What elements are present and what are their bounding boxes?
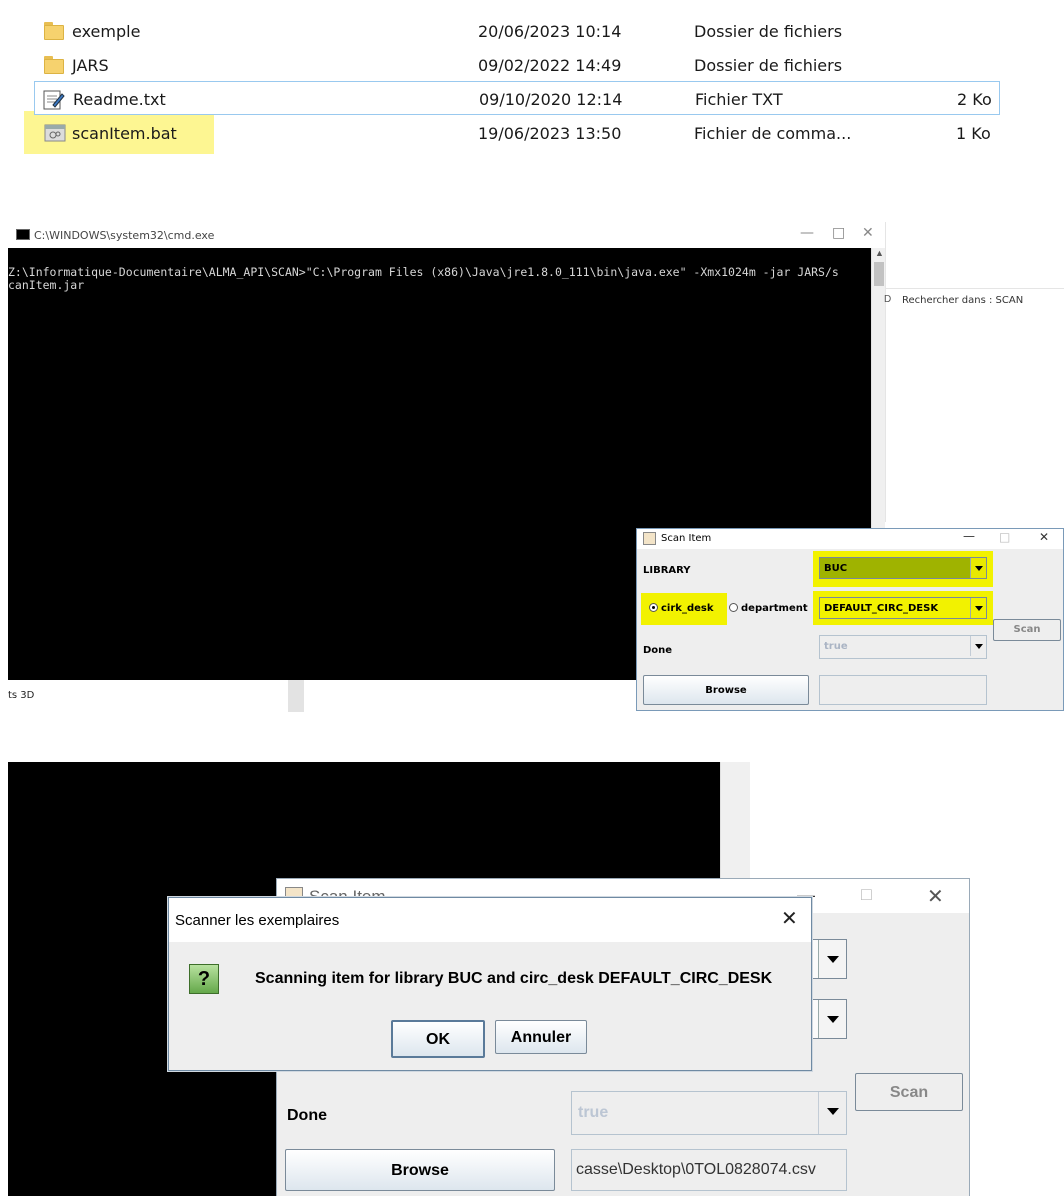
done-select: true [571, 1091, 847, 1135]
chevron-down-icon [818, 1092, 846, 1134]
cmd-line: canItem.jar [8, 278, 85, 292]
scan-item-window-small: Scan Item — □ ✕ LIBRARY BUC cirk_desk de… [636, 528, 1064, 711]
chevron-down-icon [970, 636, 986, 656]
library-label: LIBRARY [643, 565, 691, 576]
cmd-icon [16, 229, 30, 240]
cmd-title: C:\WINDOWS\system32\cmd.exe [34, 229, 215, 242]
done-select: true [819, 635, 987, 659]
file-list: exemple 20/06/2023 10:14 Dossier de fich… [0, 0, 1064, 160]
library-select[interactable]: BUC [819, 557, 987, 579]
cancel-button[interactable]: Annuler [495, 1020, 587, 1054]
dialog-titlebar: Scanner les exemplaires ✕ [169, 898, 811, 942]
radio-circ-desk[interactable] [649, 603, 658, 612]
chevron-down-icon[interactable] [818, 940, 846, 978]
folder-icon [44, 21, 64, 41]
scroll-up-icon[interactable]: ▲ [875, 248, 884, 258]
confirm-dialog: Scanner les exemplaires ✕ ? Scanning ite… [168, 897, 812, 1071]
search-edge-glyph: D [884, 294, 892, 305]
file-row-jars[interactable]: JARS 09/02/2022 14:49 Dossier de fichier… [0, 48, 1064, 82]
circ-desk-select-value: DEFAULT_CIRC_DESK [824, 603, 939, 614]
java-icon [643, 532, 656, 545]
file-path-value: casse\Desktop\0TOL0828074.csv [576, 1161, 816, 1178]
minimize-icon[interactable]: — [800, 225, 814, 241]
library-select-value: BUC [824, 563, 848, 574]
file-date: 19/06/2023 13:50 [478, 124, 622, 143]
file-row-exemple[interactable]: exemple 20/06/2023 10:14 Dossier de fich… [0, 14, 1064, 48]
file-name: JARS [72, 56, 109, 75]
cmd-titlebar: C:\WINDOWS\system32\cmd.exe — □ ✕ [0, 222, 885, 248]
minimize-icon[interactable]: — [963, 529, 975, 543]
file-date: 09/10/2020 12:14 [479, 90, 623, 109]
dialog-title: Scanner les exemplaires [175, 912, 340, 929]
file-date: 09/02/2022 14:49 [478, 56, 622, 75]
maximize-icon[interactable]: □ [861, 884, 872, 905]
window-title: Scan Item [661, 533, 712, 544]
maximize-icon[interactable]: □ [832, 225, 845, 241]
file-type: Fichier TXT [695, 90, 783, 109]
maximize-icon[interactable]: □ [999, 530, 1010, 544]
explorer-side-panel: Rechercher dans : SCAN D [884, 222, 1064, 522]
file-path-field[interactable] [819, 675, 987, 705]
search-box[interactable]: Rechercher dans : SCAN [902, 295, 1023, 306]
file-size: 2 Ko [957, 90, 992, 109]
scan-button[interactable]: Scan [993, 619, 1061, 641]
file-type: Fichier de comma... [694, 124, 852, 143]
file-type: Dossier de fichiers [694, 56, 843, 75]
cmd-line: Z:\Informatique-Documentaire\ALMA_API\SC… [8, 265, 839, 279]
radio-department-label: department [741, 603, 808, 614]
window-titlebar: Scan Item — □ ✕ [637, 529, 1063, 549]
explorer-toolbar-divider [886, 288, 1064, 289]
explorer-column-divider [288, 680, 304, 712]
radio-department[interactable] [729, 603, 738, 612]
batch-file-icon [44, 123, 66, 143]
done-select-value: true [578, 1104, 609, 1121]
file-name: exemple [72, 22, 141, 41]
file-row-scanitem-bat[interactable]: scanItem.bat 19/06/2023 13:50 Fichier de… [0, 116, 1064, 150]
close-icon[interactable]: ✕ [862, 225, 874, 241]
file-name: scanItem.bat [72, 124, 177, 143]
radio-dot [652, 606, 655, 609]
file-name: Readme.txt [73, 90, 166, 109]
browse-button[interactable]: Browse [643, 675, 809, 705]
file-path-field[interactable]: casse\Desktop\0TOL0828074.csv [571, 1149, 847, 1191]
scan-button[interactable]: Scan [855, 1073, 963, 1111]
file-size: 1 Ko [956, 124, 991, 143]
chevron-down-icon[interactable] [970, 598, 986, 618]
question-icon: ? [189, 964, 219, 994]
sidebar-fragment: ts 3D [8, 690, 35, 701]
done-label: Done [287, 1107, 327, 1124]
file-date: 20/06/2023 10:14 [478, 22, 622, 41]
file-type: Dossier de fichiers [694, 22, 843, 41]
text-file-icon [43, 89, 65, 110]
file-row-readme[interactable]: Readme.txt 09/10/2020 12:14 Fichier TXT … [34, 81, 1000, 115]
close-icon[interactable]: ✕ [781, 906, 798, 931]
folder-icon [44, 55, 64, 75]
done-select-value: true [824, 641, 848, 652]
chevron-down-icon[interactable] [970, 558, 986, 578]
close-icon[interactable]: ✕ [927, 884, 944, 909]
explorer-bottom-strip [0, 680, 636, 712]
radio-circ-desk-label: cirk_desk [661, 603, 714, 614]
chevron-down-icon[interactable] [818, 1000, 846, 1038]
dialog-message: Scanning item for library BUC and circ_d… [255, 970, 773, 987]
close-icon[interactable]: ✕ [1039, 530, 1049, 544]
ok-button[interactable]: OK [391, 1020, 485, 1058]
done-label: Done [643, 645, 673, 656]
circ-desk-select[interactable]: DEFAULT_CIRC_DESK [819, 597, 987, 619]
browse-button[interactable]: Browse [285, 1149, 555, 1191]
scroll-thumb[interactable] [874, 262, 884, 286]
